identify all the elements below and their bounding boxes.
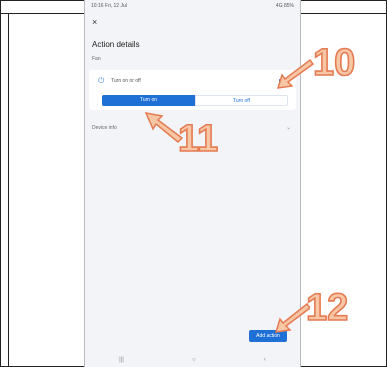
status-right: 4G 85%	[275, 3, 294, 9]
turn-on-button[interactable]: Turn on	[102, 95, 195, 106]
status-left: 10:16 Fri, 12 Jul	[91, 3, 127, 9]
callout-label-12: 12	[305, 287, 349, 329]
power-icon: ⏻	[98, 76, 105, 85]
action-card: ⏻ Turn on or off ✓ Turn on Turn off	[89, 70, 296, 110]
back-icon[interactable]: ‹	[264, 357, 266, 363]
system-nav-bar: ||| ○ ‹	[85, 352, 300, 367]
callout-arrow-10	[276, 58, 314, 89]
callout-arrow-12	[274, 302, 310, 333]
page-title: Action details	[92, 40, 140, 49]
device-info-section[interactable]: Device info	[92, 125, 117, 131]
callout-label-11: 11	[177, 118, 219, 160]
recent-apps-icon[interactable]: |||	[119, 357, 124, 363]
phone-screen: 10:16 Fri, 12 Jul 4G 85% × Action detail…	[84, 0, 301, 367]
callout-label-10: 10	[312, 42, 356, 84]
table-left-column	[0, 13, 9, 367]
on-off-toggle: Turn on Turn off	[102, 95, 288, 106]
device-name: Fan	[92, 56, 101, 62]
close-icon[interactable]: ×	[92, 17, 97, 27]
turn-off-button[interactable]: Turn off	[195, 95, 288, 106]
turn-on-off-label: Turn on or off	[111, 78, 141, 84]
home-icon[interactable]: ○	[192, 357, 196, 363]
status-bar: 10:16 Fri, 12 Jul 4G 85%	[85, 0, 300, 12]
chevron-down-icon[interactable]: ⌄	[286, 124, 291, 131]
